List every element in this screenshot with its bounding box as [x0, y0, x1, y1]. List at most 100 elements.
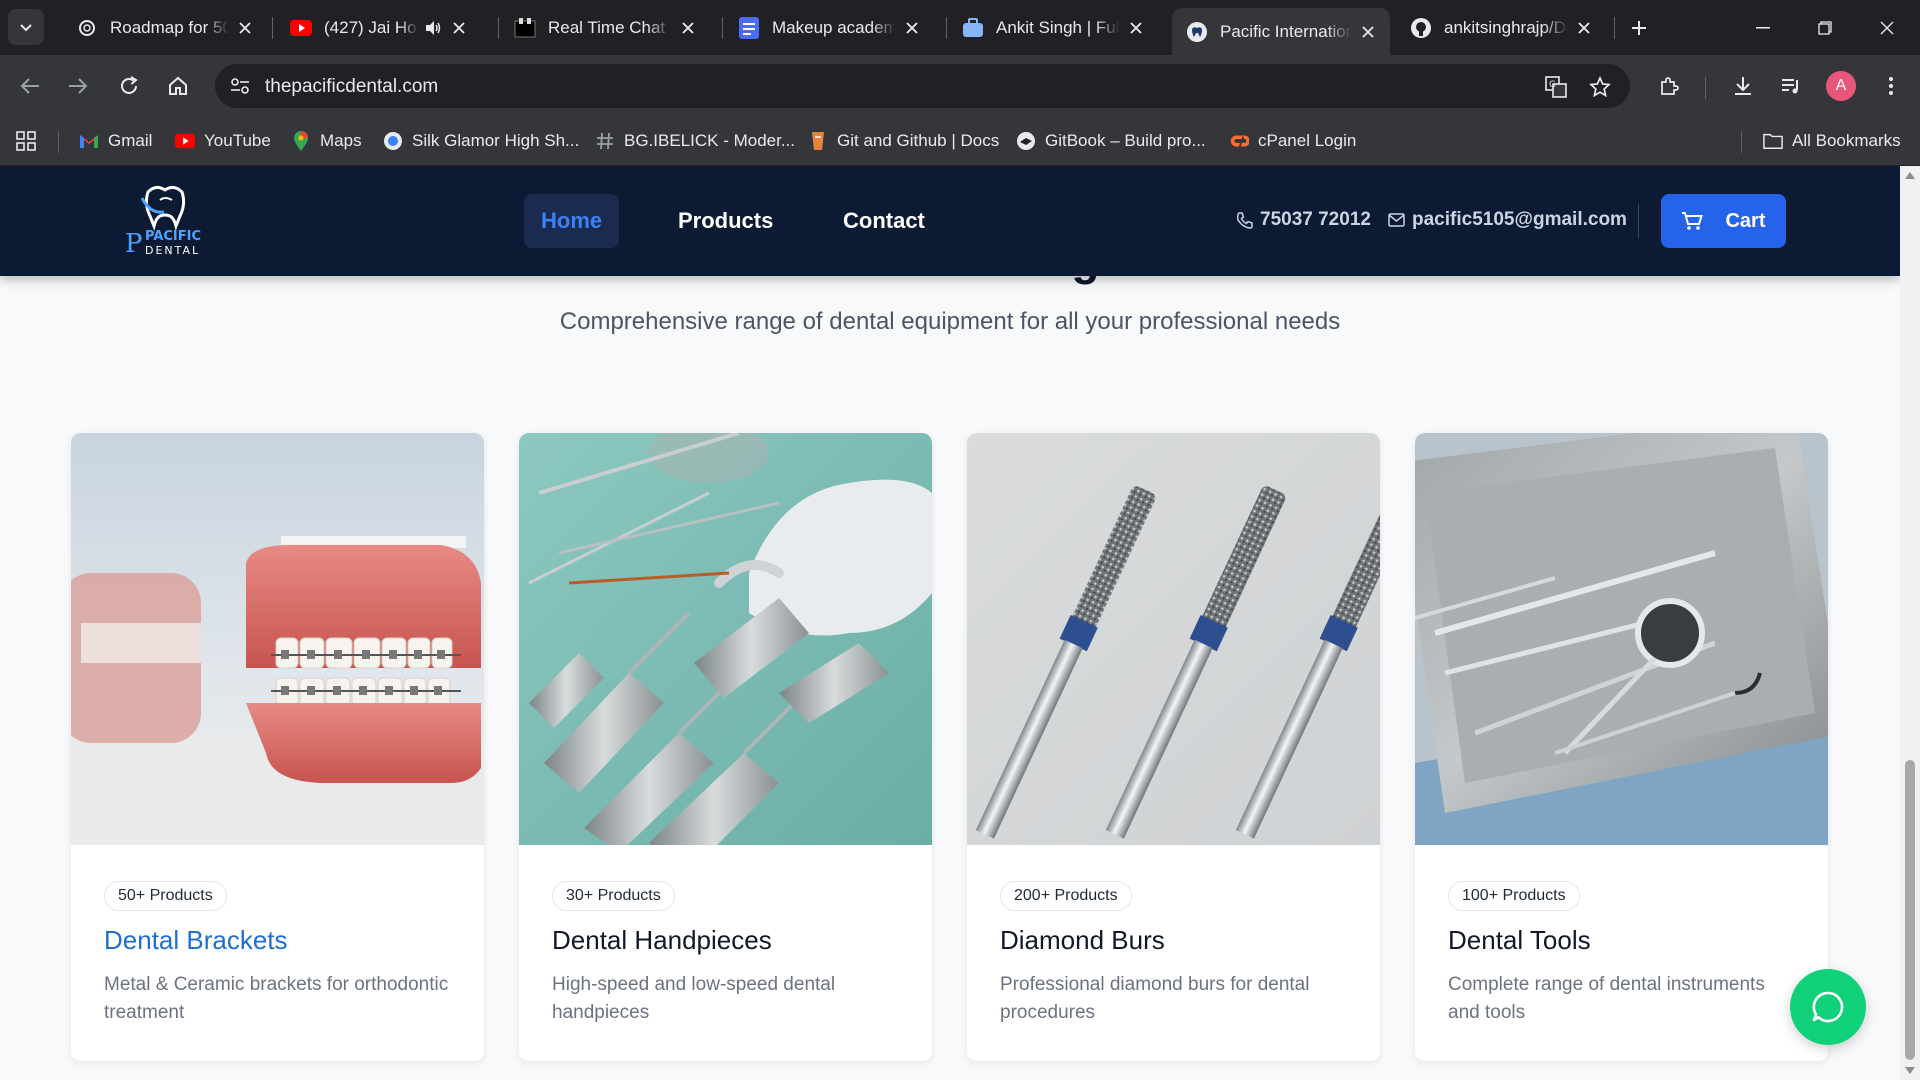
- close-icon[interactable]: [1358, 22, 1378, 42]
- translate-button[interactable]: G: [1541, 72, 1571, 102]
- extensions-button[interactable]: [1652, 69, 1686, 103]
- plus-icon: [1632, 21, 1646, 35]
- bookmark-cpanel[interactable]: cPanel Login: [1229, 128, 1356, 154]
- forward-button[interactable]: [61, 69, 95, 103]
- close-icon[interactable]: [902, 18, 922, 38]
- chevron-down-icon: [20, 24, 32, 32]
- apps-grid-icon: [16, 131, 36, 151]
- tab-title: ankitsinghrajp/Dental: [1444, 17, 1568, 37]
- category-description: Professional diamond burs for dental pro…: [1000, 974, 1310, 1023]
- page-scrollbar[interactable]: [1900, 166, 1920, 1080]
- category-title[interactable]: Dental Handpieces: [552, 925, 772, 956]
- browser-toolbar: thepacificdental.com G A: [0, 55, 1920, 117]
- category-title[interactable]: Dental Tools: [1448, 925, 1591, 956]
- address-bar[interactable]: thepacificdental.com G: [215, 64, 1630, 108]
- bookmark-bg-ibelick[interactable]: BG.IBELICK - Moder...: [595, 128, 795, 154]
- new-tab-button[interactable]: [1625, 14, 1653, 42]
- download-icon: [1735, 77, 1751, 95]
- bookmark-gitbook[interactable]: GitBook – Build pro...: [1016, 128, 1206, 154]
- category-title[interactable]: Diamond Burs: [1000, 925, 1165, 956]
- bookmark-label: GitBook – Build pro...: [1045, 131, 1206, 150]
- bookmark-git-github[interactable]: Git and Github | Docs: [808, 128, 999, 154]
- phone-number: 75037 72012: [1260, 209, 1371, 230]
- bookmark-star-button[interactable]: [1585, 72, 1615, 102]
- restore-icon: [1818, 20, 1832, 35]
- browser-tab[interactable]: ankitsinghrajp/Dental: [1396, 8, 1606, 47]
- nav-home[interactable]: Home: [524, 194, 620, 248]
- product-count-badge: 100+ Products: [1448, 881, 1580, 911]
- browser-tab[interactable]: (427) Jai Ho Song: [276, 8, 486, 47]
- bookmark-label: BG.IBELICK - Moder...: [624, 131, 796, 150]
- nav-contact[interactable]: Contact: [826, 194, 942, 248]
- email-link[interactable]: pacific5105@gmail.com: [1388, 209, 1627, 231]
- browser-tab-active[interactable]: Pacific International: [1172, 8, 1390, 55]
- apps-button[interactable]: [16, 128, 36, 154]
- cart-label: Cart: [1725, 209, 1766, 232]
- arrow-left-icon: [20, 78, 39, 94]
- braces-model-photo: [71, 433, 484, 845]
- back-button[interactable]: [13, 69, 47, 103]
- bookmark-label: Gmail: [108, 131, 153, 150]
- cart-button[interactable]: Cart: [1661, 194, 1786, 248]
- tab-title: (427) Jai Ho Song: [324, 17, 419, 37]
- site-info-icon[interactable]: [225, 71, 255, 101]
- browser-tab[interactable]: Ankit Singh | Full Stack: [948, 8, 1158, 47]
- close-icon[interactable]: [449, 18, 469, 38]
- close-icon[interactable]: [235, 18, 255, 38]
- product-count-badge: 30+ Products: [552, 881, 675, 911]
- close-icon[interactable]: [678, 18, 698, 38]
- category-description: Complete range of dental instruments and…: [1448, 974, 1765, 1023]
- category-card-dental-handpieces[interactable]: 30+ Products Dental Handpieces High-spee…: [519, 433, 932, 1061]
- scrollbar-thumb[interactable]: [1905, 760, 1915, 1060]
- close-icon[interactable]: [1126, 18, 1146, 38]
- category-card-dental-brackets[interactable]: 50+ Products Dental Brackets Metal & Cer…: [71, 433, 484, 1061]
- profile-avatar[interactable]: A: [1826, 71, 1856, 101]
- restore-button[interactable]: [1794, 0, 1856, 55]
- tab-search-button[interactable]: [8, 9, 44, 45]
- email-address: pacific5105@gmail.com: [1412, 209, 1627, 230]
- home-button[interactable]: [161, 69, 195, 103]
- hash-icon: [595, 131, 615, 151]
- browser-tab[interactable]: Roadmap for 50 Days: [62, 8, 267, 47]
- close-window-button[interactable]: [1856, 0, 1918, 55]
- logo-line2: DENTAL: [145, 244, 200, 257]
- whatsapp-chat-button[interactable]: [1790, 969, 1866, 1045]
- tab-title: Roadmap for 50 Days: [110, 17, 229, 37]
- briefcase-icon: [962, 17, 984, 39]
- phone-link[interactable]: 75037 72012: [1236, 209, 1371, 231]
- bookmark-maps[interactable]: Maps: [291, 128, 362, 154]
- site-header: P PACIFIC DENTAL Home Products Contact 7…: [0, 166, 1900, 276]
- media-controls-button[interactable]: [1774, 69, 1808, 103]
- app-icon: [514, 17, 536, 39]
- close-icon[interactable]: [1574, 18, 1594, 38]
- url-text: thepacificdental.com: [265, 76, 439, 97]
- downloads-button[interactable]: [1726, 69, 1760, 103]
- minimize-button[interactable]: [1732, 0, 1794, 55]
- github-icon: [1410, 17, 1432, 39]
- star-icon: [1589, 76, 1611, 98]
- reload-button[interactable]: [112, 69, 146, 103]
- site-logo[interactable]: P PACIFIC DENTAL: [120, 180, 210, 260]
- browser-menu-button[interactable]: [1874, 69, 1908, 103]
- category-title[interactable]: Dental Brackets: [104, 925, 288, 956]
- dental-instruments-photo: [519, 433, 932, 845]
- section-subtitle: Comprehensive range of dental equipment …: [559, 308, 1341, 335]
- bookmark-label: Git and Github | Docs: [837, 131, 1000, 150]
- all-bookmarks-button[interactable]: All Bookmarks: [1763, 128, 1901, 154]
- browser-tab[interactable]: Real Time Chat Platform: [500, 8, 710, 47]
- browser-tab-strip: Roadmap for 50 Days (427) Jai Ho Song Re…: [0, 0, 1920, 55]
- category-card-dental-tools[interactable]: 100+ Products Dental Tools Complete rang…: [1415, 433, 1828, 1061]
- bookmark-silk-glamor[interactable]: Silk Glamor High Sh...: [383, 128, 579, 154]
- bookmark-label: cPanel Login: [1258, 131, 1357, 150]
- playlist-icon: [1782, 79, 1798, 94]
- bookmark-youtube[interactable]: YouTube: [175, 128, 271, 154]
- scroll-down-arrow-icon[interactable]: [1905, 1067, 1915, 1074]
- scroll-up-arrow-icon[interactable]: [1905, 172, 1915, 179]
- globe-icon: [383, 131, 403, 151]
- speaker-icon[interactable]: [423, 18, 443, 38]
- category-card-diamond-burs[interactable]: 200+ Products Diamond Burs Professional …: [967, 433, 1380, 1061]
- bookmark-gmail[interactable]: Gmail: [79, 128, 152, 154]
- nav-products[interactable]: Products: [661, 194, 790, 248]
- tab-title: Ankit Singh | Full Stack: [996, 17, 1120, 37]
- browser-tab[interactable]: Makeup academy: [724, 8, 934, 47]
